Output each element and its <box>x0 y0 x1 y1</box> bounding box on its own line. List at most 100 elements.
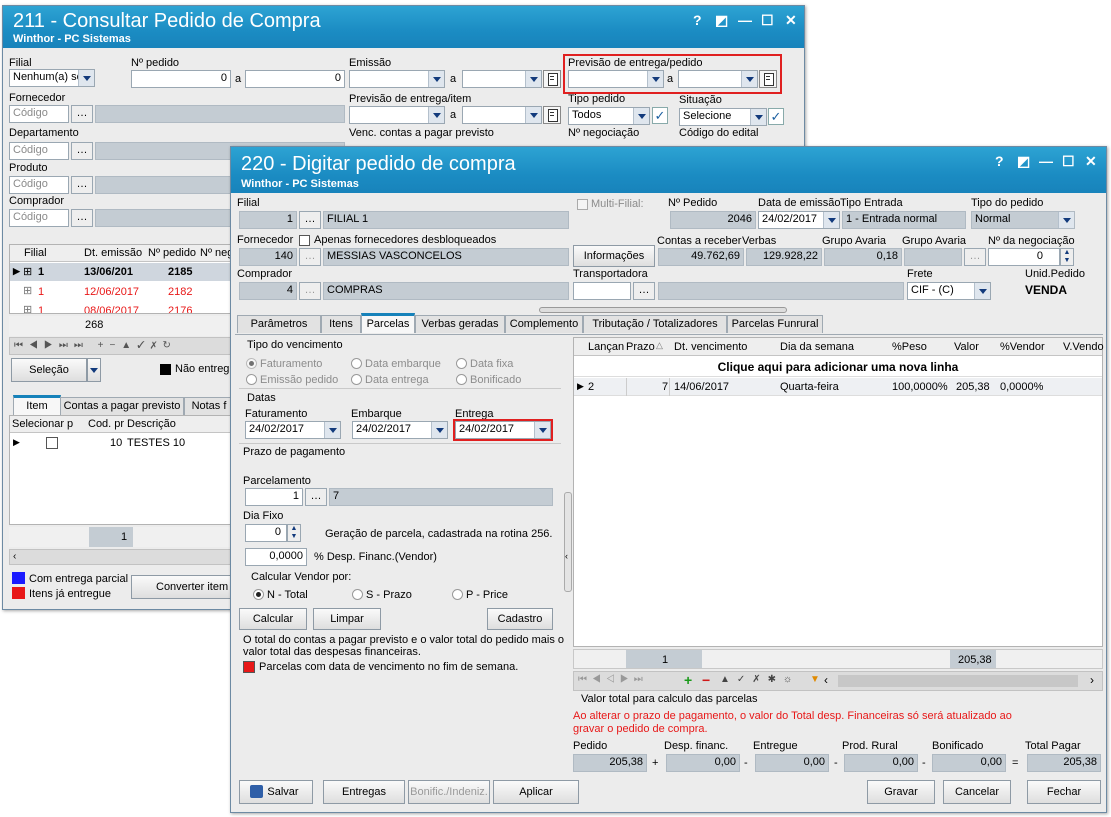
expand-icon[interactable]: ⊞ <box>23 303 32 313</box>
filter-icon[interactable]: ▼ <box>810 674 820 685</box>
fornecedor-search-button[interactable]: … <box>299 248 321 266</box>
transportadora-code-input[interactable] <box>573 282 631 300</box>
radio-faturamento[interactable] <box>246 358 257 369</box>
select-checkbox[interactable] <box>46 437 58 449</box>
table-row[interactable]: ⊞ 1 12/06/2017 2182 <box>10 283 232 300</box>
col-vendor[interactable]: %Vendor <box>1000 341 1045 353</box>
tab-contas-pagar[interactable]: Contas a pagar previsto <box>60 397 184 415</box>
vertical-splitter[interactable] <box>564 492 572 592</box>
maximize-icon[interactable]: ☐ <box>1062 153 1075 170</box>
chevron-down-icon[interactable] <box>525 107 541 123</box>
edit-tools-icon[interactable]: ▲✓✗✱☼ <box>720 674 799 685</box>
npedido-from-input[interactable]: 0 <box>131 70 231 88</box>
grid-navigator[interactable]: ⏮◀▶⏭⏭ +−▲✓✗↻ <box>9 337 233 355</box>
parcelamento-search-button[interactable]: … <box>305 488 327 506</box>
remove-icon[interactable]: − <box>702 672 710 688</box>
cancelar-button[interactable]: Cancelar <box>943 780 1011 804</box>
maximize-icon[interactable]: ☐ <box>761 12 774 29</box>
tab-parametros[interactable]: Parâmetros <box>237 315 321 333</box>
scroll-thumb[interactable] <box>838 675 1078 687</box>
comprador-code-input[interactable]: Código <box>9 209 69 227</box>
spin-icon[interactable]: ▲ ▼ <box>287 524 301 542</box>
tipo-pedido-select[interactable]: Todos <box>568 107 650 125</box>
checkmark-icon[interactable]: ✓ <box>652 107 668 124</box>
col-dt-emissao[interactable]: Dt. emissão <box>84 247 142 259</box>
fornecedor-code-input[interactable]: Código <box>9 105 69 123</box>
prev-pedido-to-input[interactable] <box>678 70 758 88</box>
spin-icon[interactable]: ▲ ▼ <box>1060 248 1074 266</box>
desp-financ-input[interactable]: 0,0000 <box>245 548 307 566</box>
prev-item-to-input[interactable] <box>462 106 542 124</box>
checkmark-icon[interactable]: ✓ <box>768 108 784 125</box>
filial-search-button[interactable]: … <box>299 211 321 229</box>
informacoes-button[interactable]: Informações <box>573 245 655 267</box>
entregas-button[interactable]: Entregas <box>323 780 405 804</box>
fornecedor-search-button[interactable]: … <box>71 105 93 123</box>
limpar-button[interactable]: Limpar <box>313 608 381 630</box>
chevron-down-icon[interactable] <box>647 71 663 87</box>
chevron-left-icon[interactable]: ‹ <box>13 551 16 562</box>
chevron-down-icon[interactable] <box>324 422 340 438</box>
tab-tributacao[interactable]: Tributação / Totalizadores <box>583 315 727 333</box>
radio-vendor-prazo[interactable] <box>352 589 363 600</box>
chevron-down-icon[interactable] <box>525 71 541 87</box>
splitter-grip[interactable] <box>539 307 787 313</box>
npedido-to-input[interactable]: 0 <box>245 70 345 88</box>
expand-icon[interactable]: ⊞ <box>23 284 32 297</box>
emissao-from-input[interactable] <box>349 70 445 88</box>
situacao-select[interactable]: Selecione <box>679 108 767 126</box>
close-icon[interactable]: ✕ <box>785 12 797 29</box>
calendar-icon[interactable] <box>543 70 561 88</box>
table-row[interactable]: ▶ 2 7 14/06/2017 Quarta-feira 100,0000% … <box>574 378 1102 396</box>
nav-arrows-icon[interactable]: ⏮◀▶⏭⏭ +−▲✓✗↻ <box>14 340 177 351</box>
col-peso[interactable]: %Peso <box>892 341 927 353</box>
chevron-down-icon[interactable] <box>741 71 757 87</box>
help-icon[interactable]: ? <box>693 12 702 28</box>
salvar-button[interactable]: Salvar <box>239 780 313 804</box>
chevron-left-icon[interactable]: ‹ <box>824 673 828 687</box>
dia-fixo-input[interactable]: 0 <box>245 524 287 542</box>
table-row[interactable]: ▶ ⊞ 1 13/06/201 2185 <box>10 263 232 281</box>
faturamento-date-input[interactable]: 24/02/2017 <box>245 421 341 439</box>
minimize-icon[interactable]: — <box>738 12 752 28</box>
prev-item-from-input[interactable] <box>349 106 445 124</box>
radio-data-entrega[interactable] <box>351 374 362 385</box>
chevron-down-icon[interactable] <box>431 422 447 438</box>
tab-verbas-geradas[interactable]: Verbas geradas <box>415 315 505 333</box>
cadastro-button[interactable]: Cadastro <box>487 608 553 630</box>
col-dia-semana[interactable]: Dia da semana <box>780 341 854 353</box>
chevron-down-icon[interactable] <box>974 283 990 299</box>
emissao-to-input[interactable] <box>462 70 542 88</box>
aplicar-button[interactable]: Aplicar <box>493 780 579 804</box>
col-filial[interactable]: Filial <box>24 247 47 259</box>
calendar-icon[interactable] <box>543 106 561 124</box>
transportadora-search-button[interactable]: … <box>633 282 655 300</box>
gravar-button[interactable]: Gravar <box>867 780 935 804</box>
add-icon[interactable]: + <box>684 672 692 688</box>
col-npedido[interactable]: Nº pedido <box>148 247 196 259</box>
chevron-right-icon[interactable]: › <box>1090 673 1094 687</box>
radio-bonificado[interactable] <box>456 374 467 385</box>
restore-icon[interactable]: ◩ <box>715 12 728 29</box>
chevron-down-icon[interactable] <box>428 71 444 87</box>
chevron-down-icon[interactable] <box>534 422 550 438</box>
table-row[interactable]: ▶ 10 TESTES 10 <box>10 434 232 452</box>
col-nneg[interactable]: Nº neg <box>200 247 233 259</box>
nav-arrows-icon[interactable]: ⏮◀◁▶⏭ <box>578 674 648 685</box>
grupo-avaria-search-button[interactable]: … <box>964 248 986 266</box>
comprador-search-button[interactable]: … <box>299 282 321 300</box>
grid-navigator[interactable]: ⏮◀◁▶⏭ + − ▲✓✗✱☼ ▼ ‹ › <box>573 671 1103 691</box>
table-row[interactable]: ⊞ 1 08/06/2017 2176 <box>10 302 232 313</box>
expand-icon[interactable]: ⊞ <box>23 265 32 278</box>
radio-data-fixa[interactable] <box>456 358 467 369</box>
col-selecionar[interactable]: Selecionar p <box>12 418 73 430</box>
minimize-icon[interactable]: — <box>1039 153 1053 169</box>
chevron-down-icon[interactable] <box>633 108 649 124</box>
tipo-pedido-select[interactable]: Normal <box>971 211 1075 229</box>
tab-item[interactable]: Item <box>13 395 61 415</box>
col-vvendor[interactable]: V.Vendo <box>1063 341 1104 353</box>
converter-button[interactable]: Converter item <box>131 575 235 599</box>
help-icon[interactable]: ? <box>995 153 1004 169</box>
prev-pedido-from-input[interactable] <box>568 70 664 88</box>
radio-vendor-price[interactable] <box>452 589 463 600</box>
